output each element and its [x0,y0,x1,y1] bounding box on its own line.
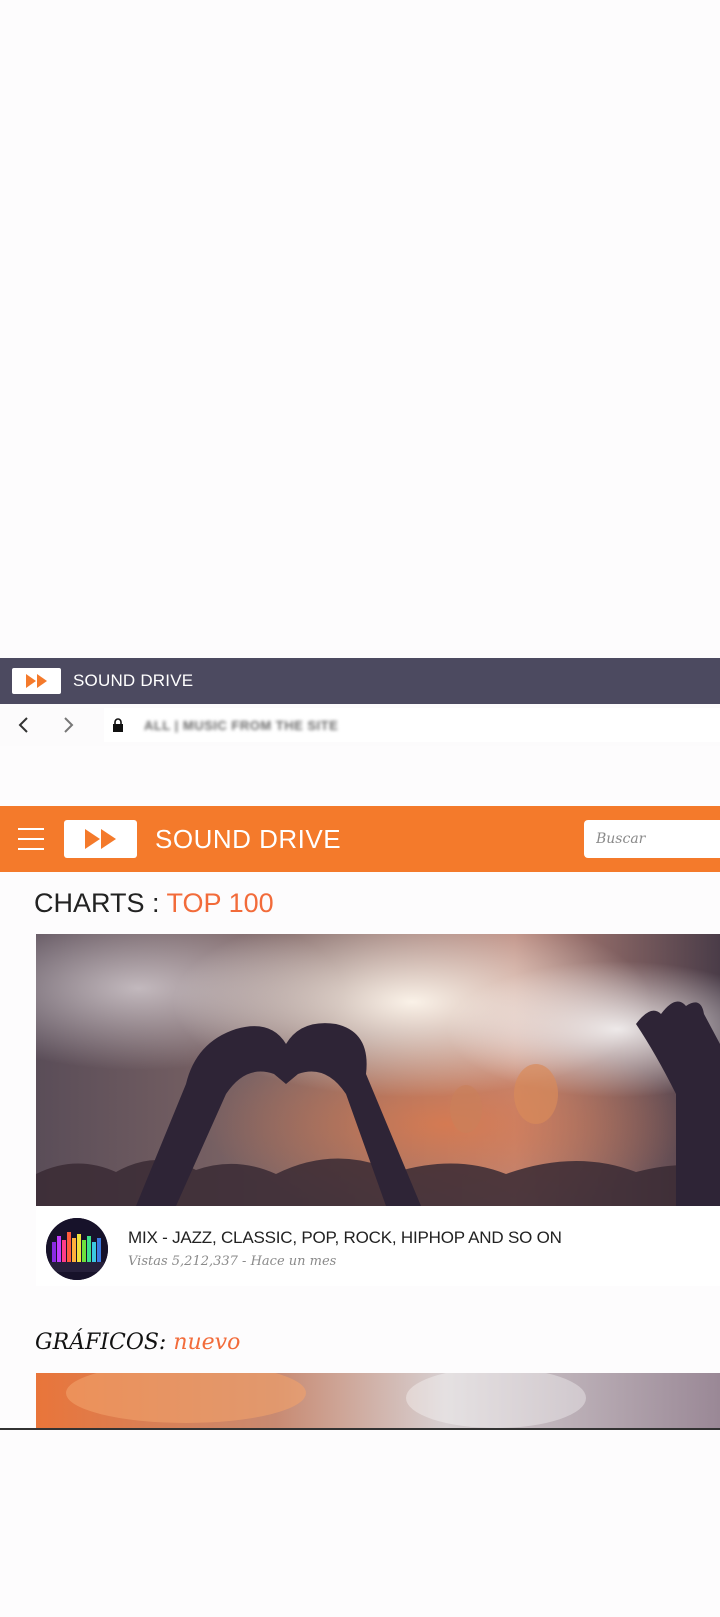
video-title[interactable]: MIX - JAZZ, CLASSIC, POP, ROCK, HIPHOP A… [128,1228,562,1248]
divider [0,1428,720,1430]
charts-title: CHARTS : TOP 100 [34,888,274,919]
graficos-title-prefix: GRÁFICOS: [35,1330,174,1355]
charts-title-prefix: CHARTS : [34,888,167,918]
site-name[interactable]: SOUND DRIVE [155,824,341,855]
fast-forward-icon [12,668,61,694]
browser-tab[interactable]: SOUND DRIVE [0,658,720,704]
fast-forward-icon[interactable] [64,820,137,858]
url-field[interactable]: ALL | MUSIC FROM THE SITE [104,708,720,742]
hero-image[interactable] [36,934,720,1206]
hamburger-icon[interactable] [18,828,44,850]
tab-title: SOUND DRIVE [73,671,194,690]
lock-icon [113,718,123,732]
graficos-title-accent: nuevo [173,1330,241,1355]
url-text: ALL | MUSIC FROM THE SITE [144,717,339,733]
graficos-title: GRÁFICOS: nuevo [35,1330,240,1355]
chevron-left-icon[interactable] [14,715,34,735]
address-bar: ALL | MUSIC FROM THE SITE [0,704,720,746]
site-header: SOUND DRIVE [0,806,720,872]
video-item[interactable]: MIX - JAZZ, CLASSIC, POP, ROCK, HIPHOP A… [36,1206,720,1286]
avatar[interactable] [46,1218,108,1280]
search-input[interactable] [584,820,720,858]
chevron-right-icon[interactable] [58,715,78,735]
charts-title-accent: TOP 100 [166,888,274,918]
hero-image[interactable] [36,1373,720,1429]
video-meta: Vistas 5,212,337 - Hace un mes [128,1254,337,1269]
